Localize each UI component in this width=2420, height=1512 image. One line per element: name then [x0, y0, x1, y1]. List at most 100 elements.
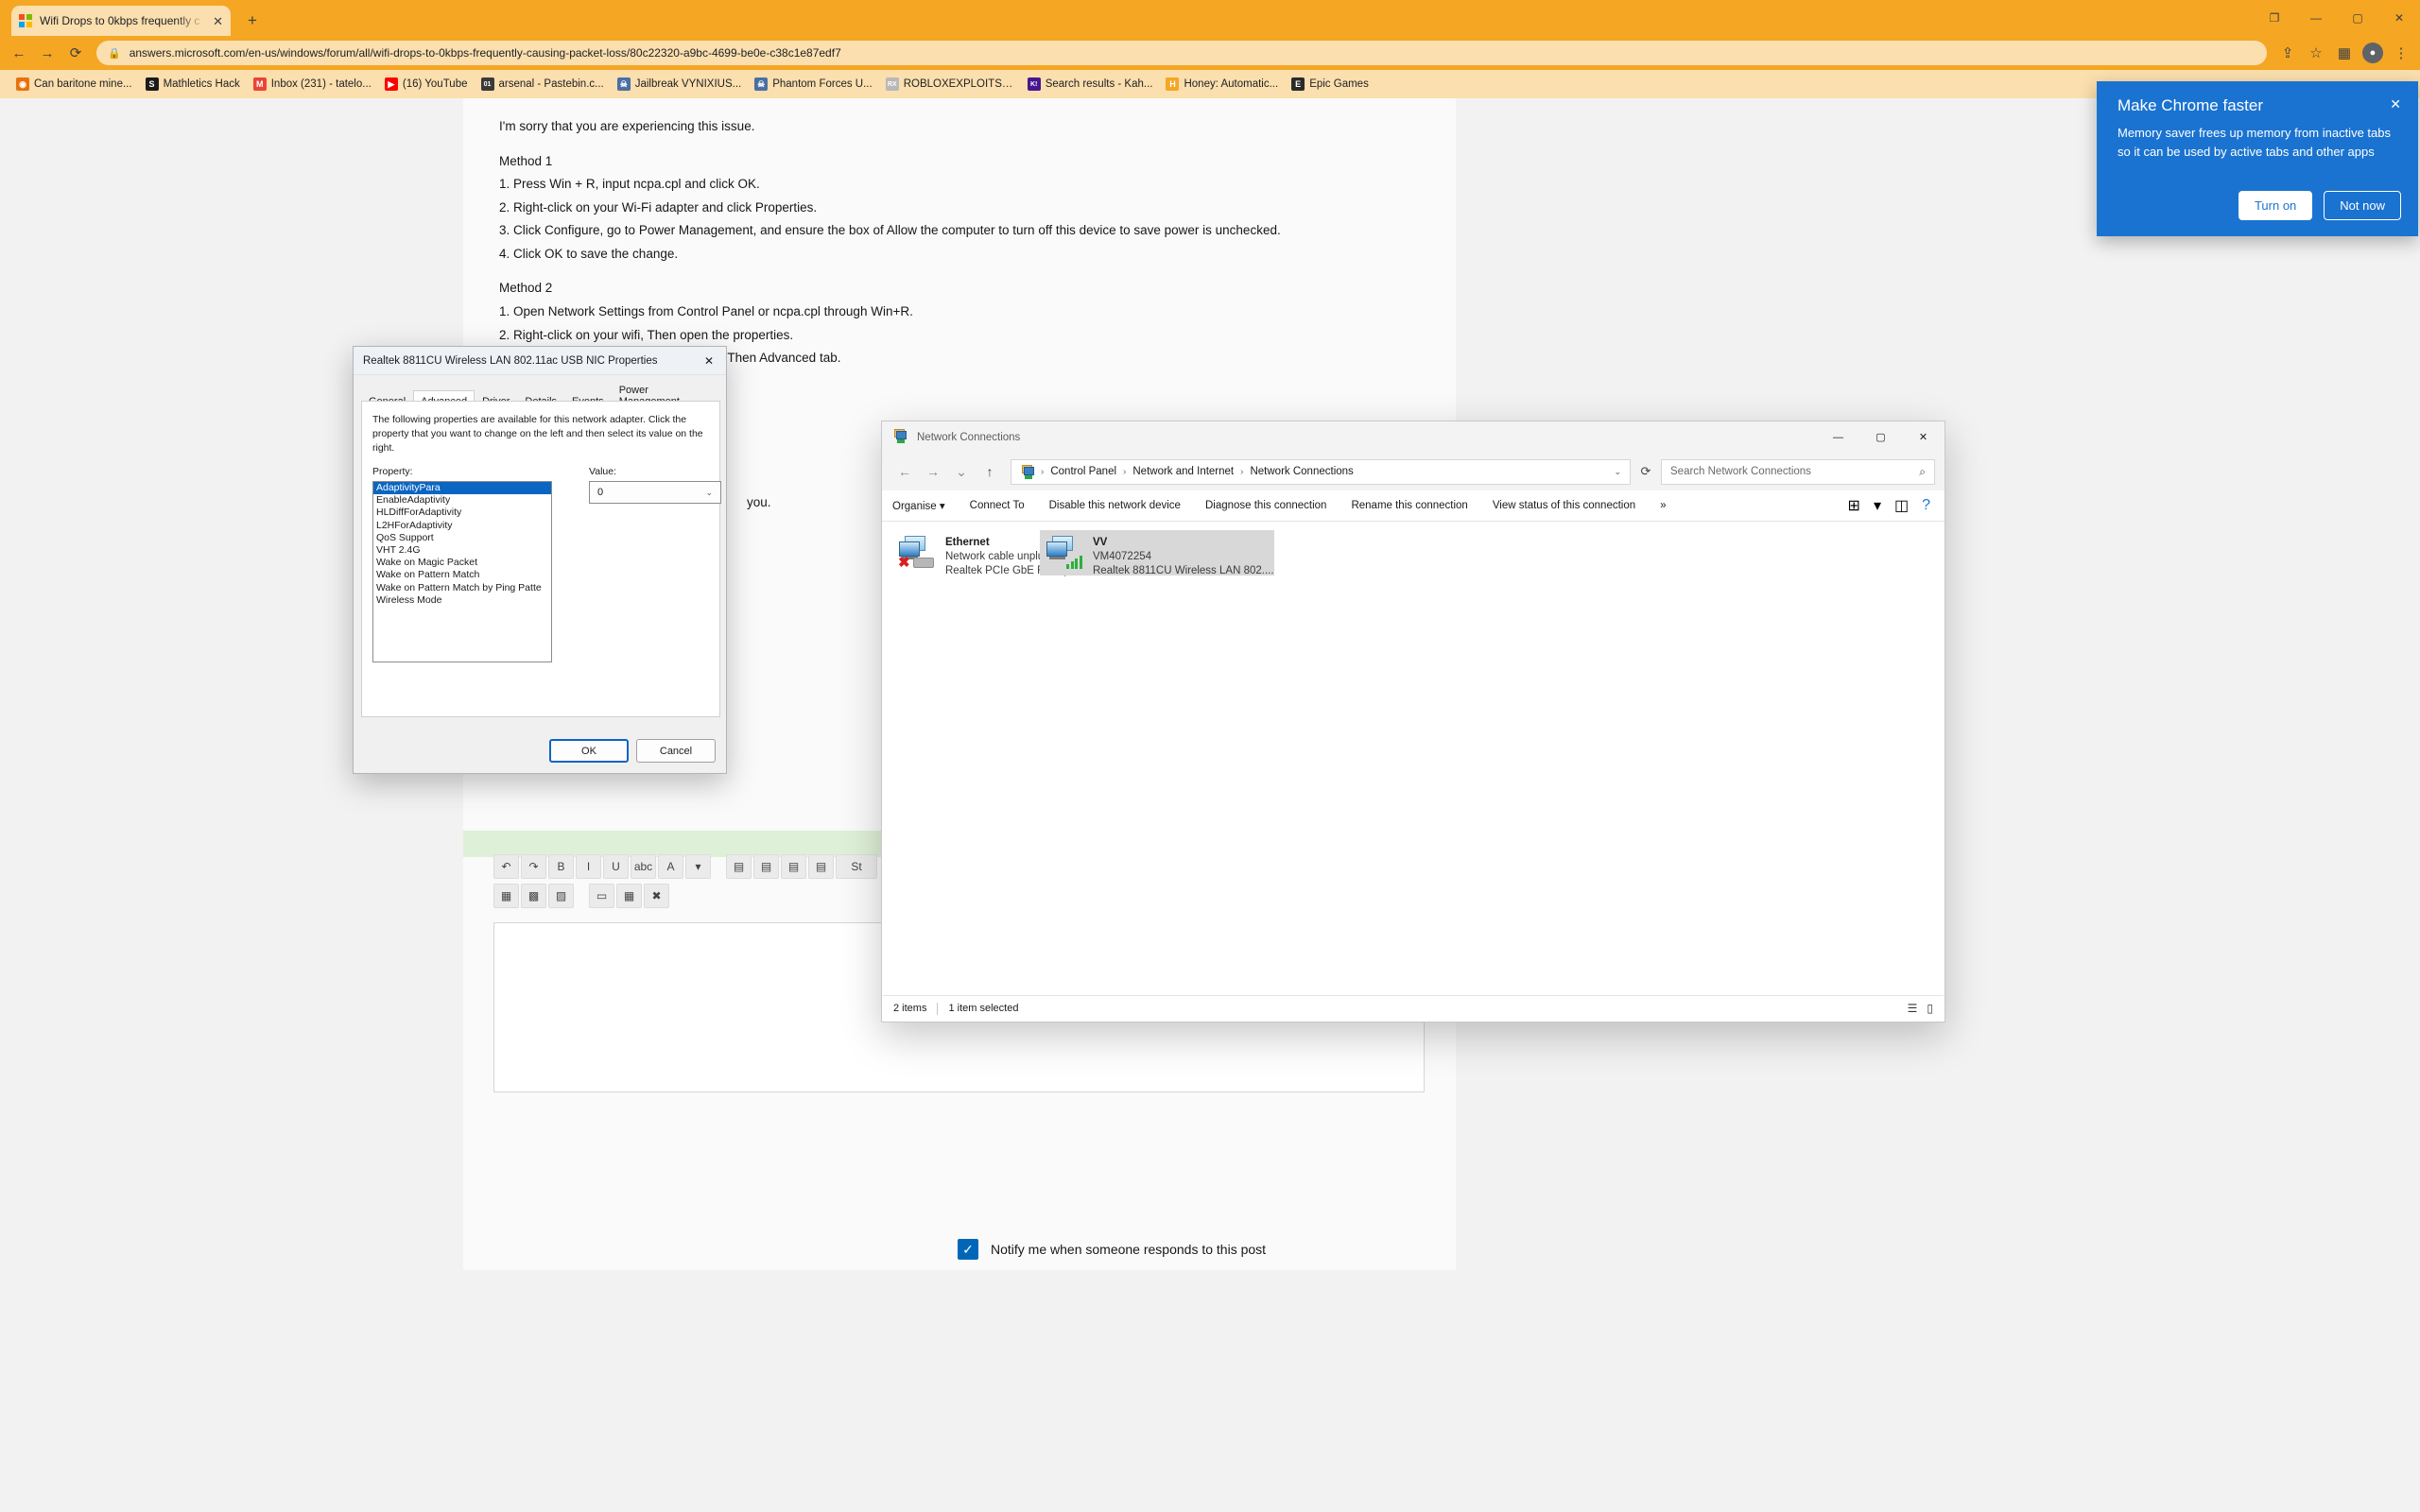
- connection-item[interactable]: VV VM4072254 Realtek 8811CU Wireless LAN 8…: [1040, 530, 1274, 576]
- restore-icon[interactable]: ❐: [2254, 0, 2295, 36]
- bookmark-item[interactable]: E Epic Games: [1285, 76, 1375, 93]
- editor-tool-button[interactable]: ↶: [493, 854, 519, 879]
- reload-icon[interactable]: ⟳: [62, 40, 89, 66]
- view-options-icon[interactable]: ⊞: [1848, 496, 1860, 515]
- forward-icon[interactable]: →: [920, 458, 946, 485]
- property-list-item[interactable]: HLDiffForAdaptivity: [373, 507, 551, 519]
- editor-tool-button[interactable]: ▾: [685, 854, 711, 879]
- answer-line: 2. Right-click on your wifi, Then open t…: [499, 327, 794, 342]
- chevron-down-icon[interactable]: ▾: [1874, 496, 1881, 515]
- realtek-dialog-buttons: OK Cancel: [549, 739, 716, 763]
- close-icon[interactable]: ✕: [2390, 96, 2401, 112]
- command-disable-this-network-device[interactable]: Disable this network device: [1037, 500, 1193, 511]
- breadcrumb[interactable]: › Control Panel › Network and Internet ›…: [1011, 458, 1631, 485]
- search-input[interactable]: Search Network Connections ⌕: [1661, 458, 1935, 485]
- editor-tool-button[interactable]: B: [548, 854, 574, 879]
- command-connect-to[interactable]: Connect To: [958, 500, 1037, 511]
- editor-tool-button[interactable]: ↷: [521, 854, 546, 879]
- editor-tool-button[interactable]: ▭: [589, 884, 614, 908]
- command-organise[interactable]: Organise ▾: [892, 499, 958, 512]
- turn-on-button[interactable]: Turn on: [2238, 191, 2313, 220]
- editor-tool-button[interactable]: U: [603, 854, 629, 879]
- close-icon[interactable]: ✕: [1902, 421, 1945, 453]
- property-list-item[interactable]: L2HForAdaptivity: [373, 520, 551, 532]
- property-list-item[interactable]: Wake on Magic Packet: [373, 557, 551, 569]
- browser-tab-active[interactable]: Wifi Drops to 0kbps frequently c ✕: [11, 6, 231, 36]
- close-icon[interactable]: ✕: [692, 347, 726, 374]
- maximize-icon[interactable]: ▢: [2337, 0, 2378, 36]
- bookmark-item[interactable]: S Mathletics Hack: [139, 76, 247, 93]
- profile-avatar[interactable]: ●: [2360, 40, 2386, 66]
- command-diagnose-this-connection[interactable]: Diagnose this connection: [1193, 500, 1340, 511]
- property-list-item[interactable]: AdaptivityPara: [373, 482, 551, 495]
- recent-locations-icon[interactable]: ⌄: [948, 458, 975, 485]
- editor-tool-button[interactable]: ▦: [493, 884, 519, 908]
- new-tab-button[interactable]: +: [242, 11, 263, 32]
- editor-tool-button[interactable]: ▤: [781, 854, 806, 879]
- chrome-menu-icon[interactable]: ⋮: [2388, 40, 2414, 66]
- chevron-down-icon[interactable]: ⌄: [1614, 467, 1621, 477]
- property-list-item[interactable]: Wake on Pattern Match by Ping Patte: [373, 582, 551, 594]
- details-view-icon[interactable]: ☰: [1908, 1002, 1918, 1015]
- breadcrumb-item-network-and-internet[interactable]: Network and Internet: [1132, 466, 1234, 477]
- ok-button[interactable]: OK: [549, 739, 629, 763]
- editor-tool-button[interactable]: ✖: [644, 884, 669, 908]
- bookmark-item[interactable]: ◉ Can baritone mine...: [9, 76, 139, 93]
- editor-tool-button[interactable]: A: [658, 854, 683, 879]
- notify-checkbox-row[interactable]: ✓ Notify me when someone responds to thi…: [958, 1239, 1266, 1260]
- value-dropdown[interactable]: 0 ⌄: [589, 481, 721, 504]
- bookmark-item[interactable]: ☠ Phantom Forces U...: [748, 76, 878, 93]
- back-icon[interactable]: ←: [6, 40, 32, 66]
- share-icon[interactable]: ⇪: [2274, 40, 2301, 66]
- editor-tool-button[interactable]: ▩: [521, 884, 546, 908]
- bookmark-item[interactable]: RX ROBLOXEXPLOITS -...: [879, 76, 1021, 93]
- editor-tool-button[interactable]: ▦: [616, 884, 642, 908]
- network-window-titlebar[interactable]: Network Connections — ▢ ✕: [882, 421, 1945, 453]
- editor-tool-button[interactable]: ▨: [548, 884, 574, 908]
- notify-checkbox[interactable]: ✓: [958, 1239, 978, 1260]
- close-tab-icon[interactable]: ✕: [213, 15, 223, 27]
- bookmark-star-icon[interactable]: ☆: [2303, 40, 2329, 66]
- site-footer: What's newSurface Pro 9Surface Laptop 5M…: [0, 1291, 2420, 1512]
- preview-pane-icon[interactable]: ◫: [1894, 496, 1909, 515]
- property-list-item[interactable]: Wake on Pattern Match: [373, 569, 551, 581]
- forward-icon[interactable]: →: [34, 40, 60, 66]
- dialog-cancel-button[interactable]: Cancel: [636, 739, 716, 763]
- editor-tool-button[interactable]: I: [576, 854, 601, 879]
- bookmark-label: Can baritone mine...: [34, 78, 132, 90]
- refresh-icon[interactable]: ⟳: [1633, 458, 1659, 485]
- editor-tool-button[interactable]: St: [836, 854, 877, 879]
- bookmark-item[interactable]: ☠ Jailbreak VYNIXIUS...: [611, 76, 748, 93]
- realtek-dialog-titlebar[interactable]: Realtek 8811CU Wireless LAN 802.11ac USB…: [354, 347, 726, 375]
- property-listbox[interactable]: AdaptivityPara EnableAdaptivity HLDiffForA…: [372, 481, 552, 662]
- bookmark-item[interactable]: M Inbox (231) - tatelo...: [247, 76, 378, 93]
- bookmark-item[interactable]: H Honey: Automatic...: [1159, 76, 1285, 93]
- command-view-status-of-this-connection[interactable]: View status of this connection: [1480, 500, 1648, 511]
- bookmark-item[interactable]: ▶ (16) YouTube: [378, 76, 475, 93]
- bookmark-item[interactable]: 01 arsenal - Pastebin.c...: [475, 76, 611, 93]
- not-now-button[interactable]: Not now: [2324, 191, 2401, 220]
- command-[interactable]: »: [1648, 500, 1678, 511]
- property-list-item[interactable]: QoS Support: [373, 532, 551, 544]
- breadcrumb-item-network-connections[interactable]: Network Connections: [1250, 466, 1353, 477]
- breadcrumb-item-control-panel[interactable]: Control Panel: [1050, 466, 1116, 477]
- help-icon[interactable]: ?: [1922, 497, 1930, 514]
- close-window-icon[interactable]: ✕: [2378, 0, 2420, 36]
- tiles-view-icon[interactable]: ▯: [1927, 1002, 1933, 1015]
- back-icon[interactable]: ←: [891, 458, 918, 485]
- extensions-icon[interactable]: ▦: [2331, 40, 2358, 66]
- property-list-item[interactable]: Wireless Mode: [373, 594, 551, 607]
- command-rename-this-connection[interactable]: Rename this connection: [1339, 500, 1479, 511]
- minimize-icon[interactable]: —: [2295, 0, 2337, 36]
- up-icon[interactable]: ↑: [977, 458, 1003, 485]
- maximize-icon[interactable]: ▢: [1859, 421, 1902, 453]
- property-list-item[interactable]: VHT 2.4G: [373, 544, 551, 557]
- editor-tool-button[interactable]: ▤: [726, 854, 752, 879]
- editor-tool-button[interactable]: ▤: [808, 854, 834, 879]
- address-bar[interactable]: 🔒 answers.microsoft.com/en-us/windows/fo…: [96, 41, 2267, 65]
- editor-tool-button[interactable]: abc: [631, 854, 656, 879]
- minimize-icon[interactable]: —: [1817, 421, 1859, 453]
- property-list-item[interactable]: EnableAdaptivity: [373, 494, 551, 507]
- bookmark-item[interactable]: K! Search results - Kah...: [1021, 76, 1160, 93]
- editor-tool-button[interactable]: ▤: [753, 854, 779, 879]
